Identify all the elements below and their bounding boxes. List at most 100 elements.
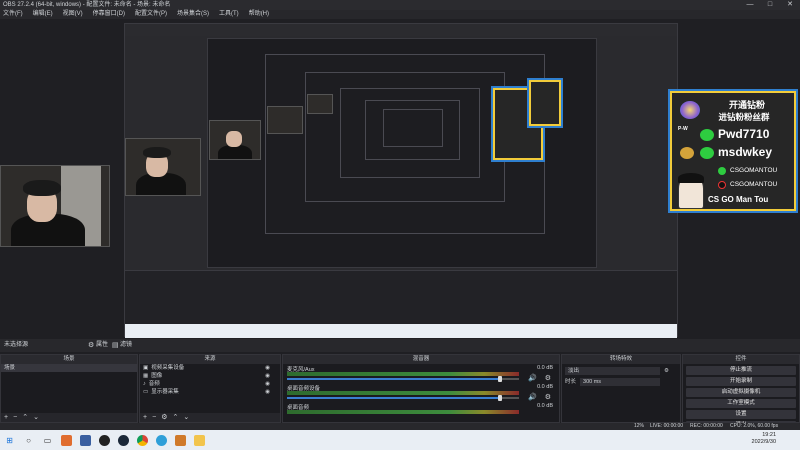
move-up-icon[interactable]: ⌃	[22, 413, 28, 422]
close-button[interactable]: ✕	[780, 0, 800, 10]
gear-icon[interactable]: ⚙	[664, 367, 669, 375]
audio-icon: ♪	[143, 381, 146, 387]
eye-icon[interactable]: ◉	[265, 388, 270, 396]
move-down-icon[interactable]: ⌄	[183, 413, 189, 422]
menu-tools[interactable]: 工具(T)	[219, 10, 239, 19]
no-source-label: 未选择源	[4, 342, 29, 348]
source-item[interactable]: ▭ 显示器采集 ◉	[140, 388, 280, 396]
promo-prefix: P-W	[678, 126, 688, 132]
speaker-icon[interactable]: 🔊	[528, 393, 537, 401]
transition-select[interactable]: 淡出	[565, 367, 660, 375]
audio-mixer-dock: 混音器 麦克风/Aux 0.0 dB 🔊 ⚙ 桌面音频设备 0.0 dB 🔊 ⚙…	[282, 354, 560, 423]
menu-view[interactable]: 视图(V)	[63, 10, 83, 19]
volume-slider[interactable]	[287, 376, 519, 382]
stop-streaming-button[interactable]: 停止推流	[686, 366, 796, 375]
controls-dock: 控件 停止推流 开始录制 启动虚拟摄像机 工作室模式 设置 退出	[682, 354, 800, 430]
source-item[interactable]: ▣ 视频采集设备 ◉	[140, 364, 280, 372]
image-icon: ▦	[143, 373, 149, 379]
gear-icon[interactable]: ⚙	[161, 413, 167, 422]
minimize-button[interactable]: —	[740, 0, 760, 10]
steam-icon[interactable]	[118, 434, 129, 446]
source-item[interactable]: ▦ 图像 ◉	[140, 372, 280, 380]
source-toolbar: 未选择源 ⚙ 属性 ▤ 滤镜	[0, 339, 800, 352]
remove-icon[interactable]: −	[13, 413, 17, 422]
volume-meter	[287, 410, 519, 414]
wechat2-icon	[700, 147, 714, 159]
add-icon[interactable]: +	[143, 413, 147, 422]
volume-slider-fill	[287, 378, 501, 380]
taskbar-clock[interactable]: 19:21 2022/9/30	[752, 432, 776, 446]
volume-slider-knob[interactable]	[498, 395, 503, 401]
edge-icon[interactable]	[156, 434, 167, 446]
obs-icon[interactable]	[99, 434, 110, 446]
browser-icon[interactable]	[61, 434, 72, 446]
maximize-button[interactable]: □	[760, 0, 780, 10]
menu-help[interactable]: 帮助(H)	[249, 10, 269, 19]
move-down-icon[interactable]: ⌄	[33, 413, 39, 422]
source-item[interactable]: ♪ 音频 ◉	[140, 380, 280, 388]
wechat-id: Pwd7710	[718, 127, 770, 141]
status-bar: 12% LIVE: 00:00:00 REC: 00:00:00 CPU: 2.…	[0, 423, 800, 430]
mixer-dock-title: 混音器	[283, 355, 559, 364]
properties-button[interactable]: 属性	[96, 339, 108, 352]
tiktok-icon	[718, 181, 726, 189]
gold-badge-icon	[680, 147, 694, 159]
gear-icon[interactable]: ⚙	[545, 393, 551, 401]
filters-button[interactable]: 滤镜	[120, 339, 132, 352]
add-icon[interactable]: +	[4, 413, 8, 422]
game-icon[interactable]	[175, 434, 186, 446]
search-icon[interactable]: ○	[23, 435, 34, 446]
volume-slider[interactable]	[287, 395, 519, 401]
dropped-frames: 12%	[634, 423, 645, 429]
camera-icon: ▣	[143, 365, 149, 371]
studio-mode-button[interactable]: 工作室模式	[686, 399, 796, 408]
chrome-icon[interactable]	[137, 434, 148, 446]
scenes-dock-footer: + − ⌃ ⌄	[1, 413, 137, 422]
volume-meter	[287, 372, 519, 376]
filter-icon[interactable]: ▤	[112, 339, 119, 352]
nested-obs-preview	[124, 23, 678, 338]
settings-button[interactable]: 设置	[686, 410, 796, 419]
start-icon[interactable]: ⊞	[4, 435, 15, 446]
eye-icon[interactable]: ◉	[265, 380, 270, 388]
eye-icon[interactable]: ◉	[265, 364, 270, 372]
mixer-channel: 桌面音频设备 0.0 dB 🔊 ⚙	[283, 383, 559, 402]
scene-item[interactable]: 场景	[1, 364, 137, 372]
transitions-dock-title: 转场特效	[562, 355, 680, 364]
cpu-status: CPU: 2.0%, 60.00 fps	[730, 423, 779, 429]
menu-file[interactable]: 文件(F)	[3, 10, 23, 19]
remove-icon[interactable]: −	[152, 413, 156, 422]
folder-icon[interactable]	[194, 434, 205, 446]
app-shield-icon[interactable]	[80, 434, 91, 446]
move-up-icon[interactable]: ⌃	[172, 413, 178, 422]
monitor-icon: ▭	[143, 389, 149, 395]
sources-dock: 来源 ▣ 视频采集设备 ◉ ▦ 图像 ◉ ♪ 音频 ◉ ▭ 显示器采集 ◉ + − ⚙ ⌃ ⌄	[139, 354, 281, 423]
gear-icon[interactable]: ⚙	[545, 374, 551, 382]
promo-footer: CS GO Man Tou	[708, 195, 769, 204]
preview-canvas[interactable]: 开通钻粉 进钻粉粉丝群 P-W Pwd7710 msdwkey CSGOMANT…	[0, 19, 800, 339]
volume-slider-fill	[287, 397, 501, 399]
speaker-icon[interactable]: 🔊	[528, 374, 537, 382]
duration-input[interactable]: 300 ms	[580, 378, 661, 386]
menu-scene-collection[interactable]: 场景集合(S)	[177, 10, 209, 19]
promo-overlay: 开通钻粉 进钻粉粉丝群 P-W Pwd7710 msdwkey CSGOMANT…	[668, 89, 798, 213]
start-recording-button[interactable]: 开始录制	[686, 377, 796, 386]
menu-edit[interactable]: 编辑(E)	[33, 10, 53, 19]
menu-bar: 文件(F) 编辑(E) 视图(V) 停靠窗口(D) 配置文件(P) 场景集合(S…	[0, 10, 800, 19]
title-bar: OBS 27.2.4 (64-bit, windows) - 配置文件: 未命名…	[0, 0, 800, 10]
gear-icon[interactable]: ⚙	[88, 339, 94, 352]
scenes-dock: 场景 场景 + − ⌃ ⌄	[0, 354, 138, 423]
menu-docks[interactable]: 停靠窗口(D)	[93, 10, 125, 19]
channel-db: 0.0 dB	[537, 365, 553, 371]
taskview-icon[interactable]: ▭	[42, 435, 53, 446]
menu-profile[interactable]: 配置文件(P)	[135, 10, 167, 19]
volume-slider-knob[interactable]	[498, 376, 503, 382]
mixer-channel: 麦克风/Aux 0.0 dB 🔊 ⚙	[283, 364, 559, 383]
virtual-camera-button[interactable]: 启动虚拟摄像机	[686, 388, 796, 397]
eye-icon[interactable]: ◉	[265, 372, 270, 380]
window-controls: — □ ✕	[740, 0, 800, 10]
webcam-feed	[0, 165, 110, 247]
window-title: OBS 27.2.4 (64-bit, windows) - 配置文件: 未命名…	[3, 2, 171, 8]
rec-status: REC: 00:00:00	[690, 423, 723, 429]
sources-dock-footer: + − ⚙ ⌃ ⌄	[140, 413, 280, 422]
